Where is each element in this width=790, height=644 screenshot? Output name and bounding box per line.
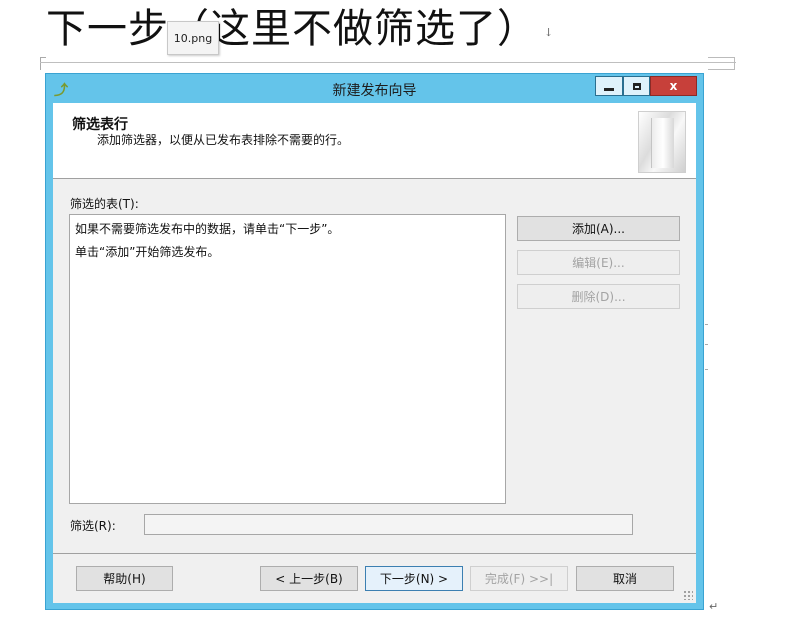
image-crop-marker-left xyxy=(40,57,46,70)
finish-button[interactable]: 完成(F) >>| xyxy=(470,566,568,591)
document-image-border xyxy=(40,62,736,63)
close-button[interactable]: x xyxy=(650,76,697,96)
page-description: 添加筛选器，以便从已发布表排除不需要的行。 xyxy=(97,133,350,147)
back-button[interactable]: < 上一步(B) xyxy=(260,566,358,591)
delete-filter-button[interactable]: 删除(D)... xyxy=(517,284,680,309)
document-heading: 下一步（这里不做筛选了） ↓ xyxy=(46,0,554,54)
cancel-button[interactable]: 取消 xyxy=(576,566,674,591)
document-heading-text: 下一步（这里不做筛选了） xyxy=(46,6,538,52)
close-icon: x xyxy=(669,79,678,93)
list-info-line: 单击“添加”开始筛选发布。 xyxy=(75,245,220,259)
margin-tick xyxy=(705,324,708,325)
filter-label: 筛选(R): xyxy=(70,519,116,533)
help-button[interactable]: 帮助(H) xyxy=(76,566,173,591)
resize-grip-icon[interactable] xyxy=(683,590,693,600)
filtered-tables-label: 筛选的表(T): xyxy=(70,197,139,211)
minimize-button[interactable] xyxy=(595,76,623,96)
next-button[interactable]: 下一步(N) > xyxy=(365,566,463,591)
dialog-client-area: 筛选表行 添加筛选器，以便从已发布表排除不需要的行。 筛选的表(T): 如果不需… xyxy=(53,103,696,603)
image-crop-marker-right xyxy=(708,57,735,70)
edit-filter-button[interactable]: 编辑(E)... xyxy=(517,250,680,275)
margin-tick xyxy=(705,369,708,370)
filter-clause-field[interactable] xyxy=(144,514,633,535)
filtered-tables-list[interactable]: 如果不需要筛选发布中的数据，请单击“下一步”。 单击“添加”开始筛选发布。 xyxy=(69,214,506,504)
wizard-header: 筛选表行 添加筛选器，以便从已发布表排除不需要的行。 xyxy=(53,103,696,179)
title-bar[interactable]: ⤴ 新建发布向导 x xyxy=(46,74,703,102)
maximize-icon xyxy=(632,82,641,90)
list-info-line: 如果不需要筛选发布中的数据，请单击“下一步”。 xyxy=(75,222,340,236)
wizard-window: ⤴ 新建发布向导 x 筛选表行 添加筛选器，以便从已发布表排除不需要的行。 筛选… xyxy=(45,73,704,610)
book-graphic-icon xyxy=(638,111,686,173)
paragraph-end-icon: ↵ xyxy=(709,600,719,613)
minimize-icon xyxy=(604,87,614,91)
footer-divider xyxy=(53,553,696,554)
paragraph-mark-icon: ↓ xyxy=(544,25,555,39)
image-filename-tooltip: 10.png xyxy=(167,21,219,55)
margin-tick xyxy=(705,344,708,345)
maximize-button[interactable] xyxy=(623,76,650,96)
add-filter-button[interactable]: 添加(A)... xyxy=(517,216,680,241)
